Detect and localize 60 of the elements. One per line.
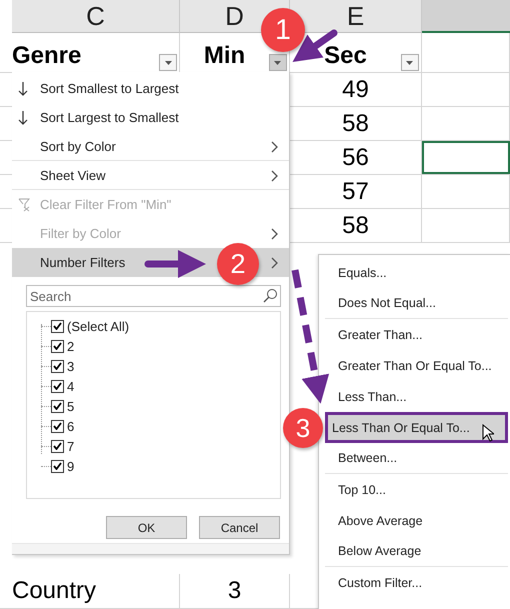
header-cell-text: Sec: [324, 42, 367, 71]
menu-item[interactable]: Sort by Color: [12, 132, 289, 161]
checkmark-icon: [53, 382, 62, 390]
column-letter[interactable]: C: [86, 0, 105, 32]
search-field[interactable]: Search: [26, 285, 281, 307]
table-cell: 3: [180, 574, 290, 608]
menu-item[interactable]: Sort Largest to Smallest: [12, 103, 289, 132]
column-letter[interactable]: D: [225, 0, 244, 32]
ok-button[interactable]: OK: [106, 516, 187, 539]
menu-item[interactable]: Greater Than Or Equal To...: [325, 350, 508, 381]
chevron-right-icon: [271, 170, 279, 182]
clear-filter-icon: [18, 198, 30, 212]
down-arrow-icon: [18, 110, 28, 126]
header-cell-text: Min: [204, 42, 246, 71]
value-checkbox[interactable]: 4: [41, 376, 280, 396]
menu-item[interactable]: Sheet View: [12, 161, 289, 190]
filter-dropdown-button[interactable]: [400, 54, 419, 71]
value-checkbox[interactable]: 7: [41, 436, 280, 456]
value-checkbox[interactable]: (Select All): [41, 316, 280, 336]
filter-dropdown-button[interactable]: [159, 54, 177, 71]
checkmark-icon: [53, 322, 62, 330]
checkmark-icon: [53, 442, 62, 450]
column-letter[interactable]: E: [346, 0, 364, 32]
menu-item[interactable]: Less Than...: [325, 381, 508, 412]
menu-item[interactable]: Below Average: [325, 536, 508, 567]
value-checkbox[interactable]: 3: [41, 356, 280, 376]
down-arrow-icon: [18, 80, 28, 96]
menu-item[interactable]: Less Than Or Equal To...: [325, 412, 508, 443]
checkmark-icon: [53, 362, 62, 370]
checkmark-icon: [53, 402, 62, 410]
dropdown-caret-icon: [274, 60, 282, 64]
menu-item[interactable]: Equals...: [325, 257, 508, 288]
chevron-right-icon: [271, 140, 279, 152]
checkmark-icon: [53, 422, 62, 430]
header-cell-text: Genre: [12, 42, 82, 71]
cancel-button[interactable]: Cancel: [199, 516, 280, 539]
value-checkbox[interactable]: 6: [41, 416, 280, 436]
checkmark-icon: [53, 342, 62, 350]
chevron-right-icon: [271, 228, 279, 240]
checkmark-icon: [53, 462, 62, 470]
mouse-pointer-icon: [482, 424, 494, 442]
menu-item[interactable]: Top 10...: [325, 474, 508, 505]
chevron-right-icon: [271, 256, 279, 268]
search-icon: [262, 288, 278, 304]
dropdown-caret-icon: [164, 60, 172, 64]
table-cell: Country: [12, 574, 180, 608]
resize-grip[interactable]: [12, 543, 289, 554]
selected-column-header[interactable]: [422, 0, 510, 33]
filter-dropdown-button[interactable]: [268, 54, 287, 71]
value-checkbox[interactable]: 5: [41, 396, 280, 416]
menu-item[interactable]: Above Average: [325, 505, 508, 536]
menu-item[interactable]: Sort Smallest to Largest: [12, 74, 289, 103]
menu-item[interactable]: Greater Than...: [325, 319, 508, 350]
menu-item[interactable]: Does Not Equal...: [325, 288, 508, 319]
value-checkbox[interactable]: 2: [41, 336, 280, 356]
value-checkbox[interactable]: 9: [41, 456, 280, 476]
dropdown-caret-icon: [406, 60, 414, 64]
menu-item[interactable]: Between...: [325, 443, 508, 474]
arrow: [144, 250, 206, 278]
menu-item[interactable]: Custom Filter...: [325, 567, 508, 598]
